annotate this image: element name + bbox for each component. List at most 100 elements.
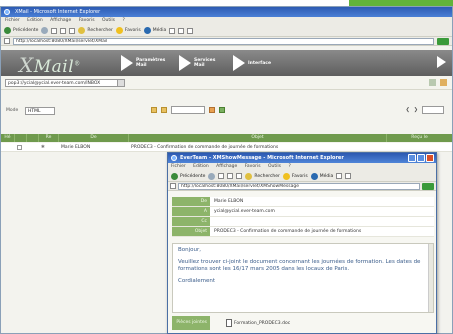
body-closing: Cordialement: [178, 278, 216, 284]
popup-address-input[interactable]: http://localhost:8080/XMail/servlet/XMSh…: [178, 182, 420, 190]
popup-menu-file[interactable]: Fichier: [171, 164, 186, 169]
popup-menu-help[interactable]: ?: [288, 164, 290, 169]
row-checkbox[interactable]: [17, 145, 22, 150]
home-icon[interactable]: [69, 27, 76, 34]
header-label: Objet: [172, 227, 210, 236]
chevron-down-icon: [117, 80, 124, 86]
mode-bar: Mode HTML ❮ ❯: [1, 104, 452, 118]
minimize-icon[interactable]: [408, 154, 416, 162]
search-button[interactable]: Rechercher: [78, 27, 113, 34]
col-header-subject[interactable]: Objet: [129, 134, 387, 142]
header-row-to: A ycial@ycial.ever-team.com: [172, 207, 434, 217]
chevron-right-icon: [121, 55, 133, 71]
ie-icon: [4, 9, 10, 15]
history-icon[interactable]: [169, 27, 176, 34]
message-body[interactable]: Bonjour, Veuillez trouver ci-joint le do…: [172, 243, 434, 313]
col-header-priority[interactable]: Hé: [1, 134, 15, 142]
col-header-from[interactable]: De: [59, 134, 129, 142]
refresh-icon[interactable]: [227, 173, 234, 179]
col-header-flag[interactable]: [27, 134, 39, 142]
row-flag: [27, 143, 39, 151]
search-icon: [78, 27, 86, 34]
search-icon: [245, 172, 253, 180]
media-icon: [310, 172, 318, 180]
compose-icon[interactable]: [151, 107, 157, 113]
menu-view[interactable]: Affichage: [50, 18, 71, 23]
popup-menu-tools[interactable]: Outils: [268, 164, 281, 169]
col-header-replied[interactable]: Re: [39, 134, 59, 142]
media-icon: [143, 27, 151, 34]
popup-back-button[interactable]: Précédente: [171, 172, 205, 180]
message-toolbar: [151, 106, 225, 114]
close-icon[interactable]: [426, 154, 434, 162]
xmail-logo-x-icon: Ⅹ: [19, 53, 34, 77]
popup-address-bar: http://localhost:8080/XMail/servlet/XMSh…: [168, 182, 436, 191]
home-icon[interactable]: [236, 173, 243, 179]
stop-icon[interactable]: [51, 27, 58, 34]
header-row-subject: Objet PRODEC3 - Confirmation de commande…: [172, 227, 434, 237]
row-from: Marie ELBON: [61, 145, 91, 150]
popup-window-controls: [408, 154, 434, 162]
main-window-titlebar: XMail - Microsoft Internet Explorer: [1, 7, 452, 17]
menu-file[interactable]: Fichier: [5, 18, 20, 23]
popup-menu-view[interactable]: Affichage: [216, 164, 237, 169]
document-icon: [226, 319, 232, 327]
media-button[interactable]: Média: [143, 27, 166, 34]
row-replied: ✱: [39, 143, 59, 151]
mode-select[interactable]: HTML: [25, 107, 55, 115]
message-popup-window: EverTeam - XMShowMessage - Microsoft Int…: [167, 152, 437, 334]
popup-menubar: Fichier Edition Affichage Favoris Outils…: [168, 163, 436, 171]
popup-favorites-button[interactable]: Favoris: [282, 172, 308, 180]
popup-search-button[interactable]: Rechercher: [245, 172, 280, 180]
refresh-icon[interactable]: [60, 27, 67, 34]
back-button[interactable]: Précédente: [4, 27, 38, 34]
folder-icon[interactable]: [440, 79, 447, 86]
mail-icon[interactable]: [345, 173, 352, 179]
forward-arrow-icon[interactable]: [208, 172, 216, 180]
header-row-from: De Marie ELBON: [172, 197, 434, 207]
xmail-logo: ⅩMail®: [19, 53, 81, 77]
previous-page-icon[interactable]: ❮: [406, 107, 410, 113]
popup-menu-favorites[interactable]: Favoris: [245, 164, 261, 169]
popup-media-button[interactable]: Média: [310, 172, 333, 180]
row-subject[interactable]: PRODEC3 - Confirmation de commande de jo…: [129, 143, 387, 151]
menu-help[interactable]: ?: [122, 18, 124, 23]
print-icon[interactable]: [187, 27, 194, 34]
body-scrollbar[interactable]: [428, 244, 433, 312]
nav-interface[interactable]: Interface: [233, 54, 271, 72]
nav-mail-settings[interactable]: Paramètres Mail: [121, 54, 165, 72]
star-icon: [282, 172, 290, 180]
menu-favorites[interactable]: Favoris: [79, 18, 95, 23]
refresh-mailbox-icon[interactable]: [429, 79, 436, 86]
row-select[interactable]: [15, 143, 27, 151]
col-header-received[interactable]: Reçu le: [387, 134, 452, 142]
go-button[interactable]: [437, 37, 449, 45]
account-select[interactable]: pop3://ycial@ycial.ever-team.com/INBOX: [5, 79, 125, 87]
page-number-input[interactable]: [422, 106, 444, 114]
body-greeting: Bonjour,: [178, 247, 202, 253]
stop-icon[interactable]: [218, 173, 225, 179]
move-icon[interactable]: [161, 107, 167, 113]
forward-arrow-icon[interactable]: [41, 27, 49, 34]
delete-icon[interactable]: [209, 107, 215, 113]
table-row[interactable]: ✱ Marie ELBON PRODEC3 - Confirmation de …: [1, 143, 452, 152]
main-address-input[interactable]: http://localhost:8080/XMail/servlet/XMai…: [13, 37, 434, 45]
maximize-icon[interactable]: [417, 154, 425, 162]
body-paragraph: Veuillez trouver ci-joint le document co…: [178, 259, 421, 272]
main-menubar: Fichier Edition Affichage Favoris Outils…: [1, 17, 452, 25]
header-value: ycial@ycial.ever-team.com: [210, 207, 434, 216]
mail-icon[interactable]: [178, 27, 185, 34]
nav-mail-services[interactable]: Services Mail: [179, 54, 215, 72]
attachment-link[interactable]: Formation_PRODEC3.doc: [210, 316, 290, 330]
go-icon[interactable]: [219, 107, 225, 113]
menu-tools[interactable]: Outils: [102, 18, 115, 23]
menu-edit[interactable]: Edition: [27, 18, 43, 23]
next-page-icon[interactable]: ❯: [414, 107, 418, 113]
popup-go-button[interactable]: [422, 182, 434, 190]
popup-menu-edit[interactable]: Edition: [193, 164, 209, 169]
favorites-button[interactable]: Favoris: [115, 27, 141, 34]
header-arrow-icon[interactable]: [437, 56, 446, 68]
col-header-select[interactable]: [15, 134, 27, 142]
folder-target-input[interactable]: [171, 106, 205, 114]
history-icon[interactable]: [336, 173, 343, 179]
